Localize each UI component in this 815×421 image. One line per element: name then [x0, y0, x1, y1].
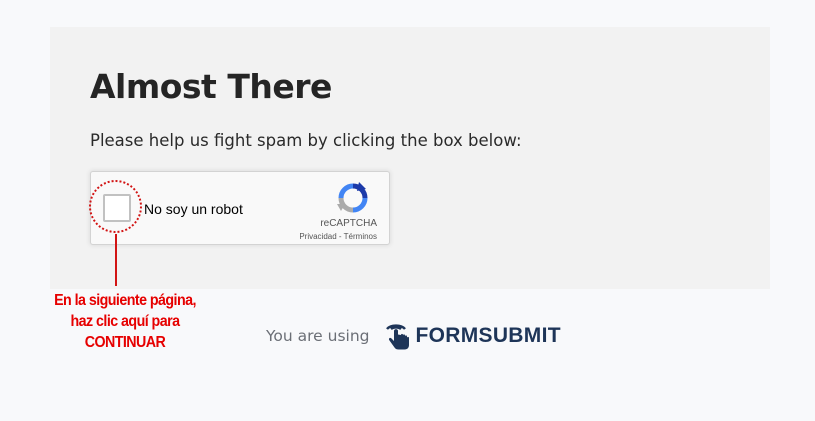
captcha-card: Almost There Please help us fight spam b…: [50, 27, 770, 289]
annotation-text: En la siguiente página, haz clic aquí pa…: [28, 290, 221, 353]
recaptcha-links: Privacidad - Términos: [299, 232, 377, 241]
page-title: Almost There: [90, 67, 332, 106]
annotation-pointer-line: [115, 234, 117, 286]
recaptcha-checkbox[interactable]: [103, 194, 131, 222]
instructions-text: Please help us fight spam by clicking th…: [90, 131, 522, 150]
links-separator: -: [336, 232, 344, 241]
footer: You are using FORMSUBMIT: [266, 320, 561, 352]
formsubmit-brand-link[interactable]: FORMSUBMIT: [416, 324, 561, 348]
annotation-line-3: CONTINUAR: [84, 334, 166, 351]
pointer-hand-icon: [385, 324, 409, 350]
recaptcha-logo-icon: [337, 182, 368, 213]
recaptcha-brand: reCAPTCHA: [320, 218, 377, 229]
footer-using-text: You are using: [266, 327, 370, 345]
annotation-line-2: haz clic aquí para: [70, 313, 181, 330]
recaptcha-widget: No soy un robot reCAPTCHA Privacidad - T…: [90, 171, 390, 245]
annotation-line-1: En la siguiente página,: [54, 292, 196, 309]
privacy-link[interactable]: Privacidad: [299, 232, 336, 241]
terms-link[interactable]: Términos: [344, 232, 377, 241]
recaptcha-checkbox-label: No soy un robot: [144, 201, 243, 217]
